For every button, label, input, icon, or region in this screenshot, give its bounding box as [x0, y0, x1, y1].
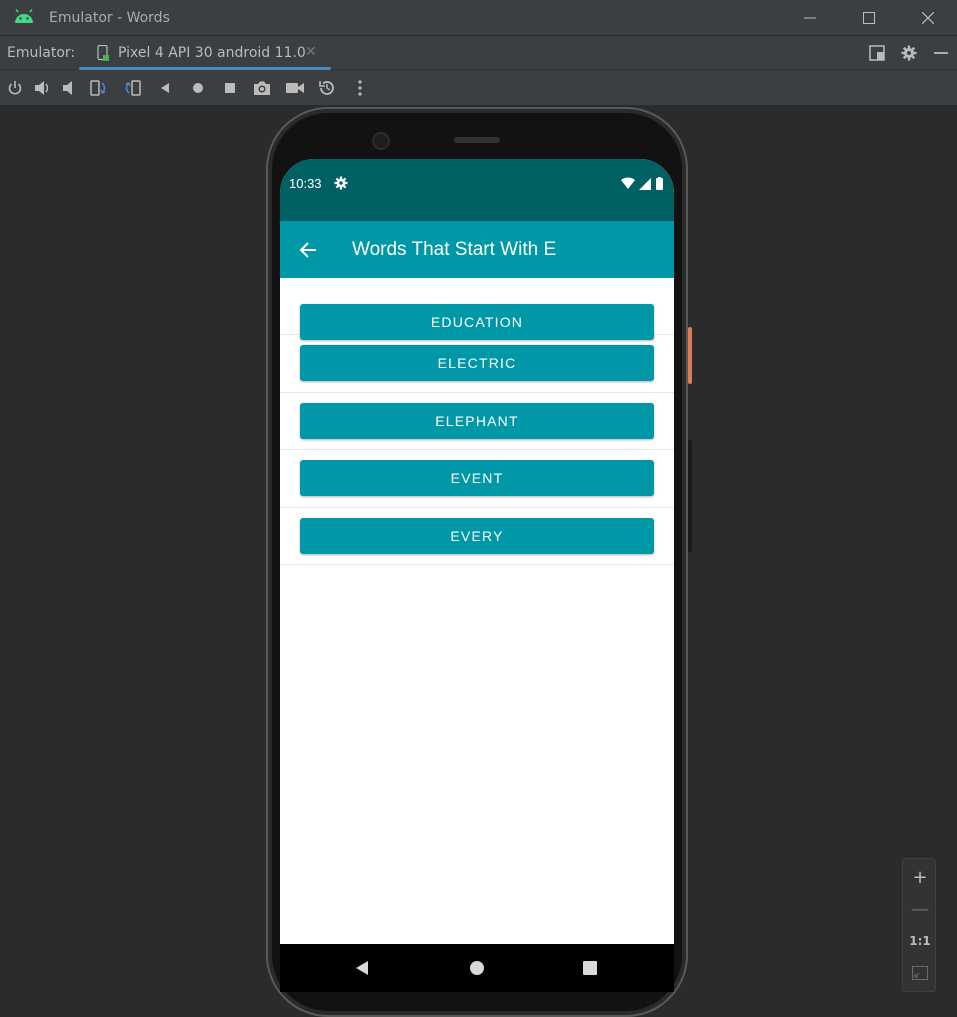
maximize-button[interactable]: [846, 0, 892, 36]
layout-icon: [869, 45, 885, 61]
restore-layout-button[interactable]: [868, 44, 886, 62]
back-triangle-icon: [161, 83, 169, 93]
list-item: EDUCATION: [280, 278, 674, 340]
emulator-tab-bar: Emulator: Pixel 4 API 30 android 11.0 ✕: [0, 36, 957, 70]
home-circle-icon: [193, 83, 203, 93]
volume-down-button[interactable]: [60, 78, 80, 98]
screenshot-button[interactable]: [252, 78, 272, 98]
minimize-button[interactable]: [787, 0, 833, 36]
battery-icon: [656, 178, 663, 190]
system-status-icons: [621, 177, 663, 190]
zoom-in-button[interactable]: +: [903, 861, 937, 893]
nav-back-icon[interactable]: [354, 960, 370, 976]
word-button[interactable]: ELEPHANT: [300, 402, 654, 439]
front-camera: [372, 132, 390, 150]
snapshot-button[interactable]: [317, 78, 337, 98]
window-title: Emulator - Words: [49, 10, 170, 26]
nav-home-icon[interactable]: [470, 961, 484, 975]
screenrecord-button[interactable]: [285, 78, 305, 98]
tab-close-icon[interactable]: ✕: [305, 44, 317, 60]
rotate-left-icon: [90, 80, 106, 96]
status-time: 10:33: [289, 176, 322, 191]
tab-pixel-4[interactable]: Pixel 4 API 30 android 11.0 ✕: [79, 36, 331, 70]
word-button[interactable]: ELECTRIC: [300, 345, 654, 382]
fit-screen-icon: [912, 966, 928, 980]
window-title-bar: Emulator - Words: [0, 0, 957, 36]
minus-icon: [934, 52, 948, 54]
navigation-bar: [280, 944, 674, 992]
close-icon: [922, 12, 934, 24]
wifi-icon: [621, 177, 635, 189]
power-key: [688, 327, 692, 384]
emulator-toolbar: [0, 70, 957, 105]
zoom-actual-size-button[interactable]: 1:1: [903, 925, 937, 957]
more-vertical-icon: [358, 80, 362, 96]
status-bar: 10:33: [280, 159, 674, 221]
zoom-out-button[interactable]: —: [903, 893, 937, 925]
maximize-icon: [863, 12, 875, 24]
power-icon: [8, 81, 22, 95]
list-item: ELEPHANT: [280, 393, 674, 451]
volume-up-icon: [35, 81, 49, 95]
overview-square-icon: [225, 83, 235, 93]
nav-recents-icon[interactable]: [583, 961, 597, 975]
camera-icon: [254, 81, 270, 95]
back-arrow-icon[interactable]: [298, 240, 318, 260]
history-icon: [319, 81, 334, 95]
emulator-label: Emulator:: [7, 45, 76, 61]
list-item: EVENT: [280, 450, 674, 508]
device-icon: [97, 45, 109, 61]
settings-icon: [334, 176, 348, 190]
close-window-button[interactable]: [905, 0, 951, 36]
word-button[interactable]: EVERY: [300, 517, 654, 554]
hide-panel-button[interactable]: [932, 44, 950, 62]
rotate-right-icon: [125, 80, 141, 96]
video-camera-icon: [286, 83, 304, 93]
zoom-controls: + — 1:1: [902, 858, 936, 992]
power-button[interactable]: [5, 78, 25, 98]
volume-down-icon: [63, 81, 72, 95]
volume-up-button[interactable]: [33, 78, 53, 98]
list-item: ELECTRIC: [280, 335, 674, 393]
word-button[interactable]: EVENT: [300, 460, 654, 497]
fit-screen-button[interactable]: [903, 957, 937, 989]
volume-rocker: [688, 440, 692, 552]
home-button[interactable]: [188, 78, 208, 98]
rotate-right-button[interactable]: [122, 78, 142, 98]
overview-button[interactable]: [220, 78, 240, 98]
app-bar: Words That Start With E: [280, 221, 674, 278]
device-screen: 10:33 Words That Start With E EDUCATION …: [280, 159, 674, 992]
android-icon: [15, 9, 33, 23]
tab-label: Pixel 4 API 30 android 11.0: [118, 45, 306, 61]
list-item: EVERY: [280, 508, 674, 565]
rotate-left-button[interactable]: [89, 78, 109, 98]
more-button[interactable]: [350, 78, 370, 98]
page-title: Words That Start With E: [352, 239, 557, 260]
gear-icon: [901, 45, 917, 61]
minimize-icon: [804, 17, 816, 19]
word-list: EDUCATION ELECTRIC ELEPHANT EVENT EVERY: [280, 278, 674, 565]
earpiece-speaker: [454, 137, 500, 143]
settings-button[interactable]: [900, 44, 918, 62]
back-button[interactable]: [155, 78, 175, 98]
